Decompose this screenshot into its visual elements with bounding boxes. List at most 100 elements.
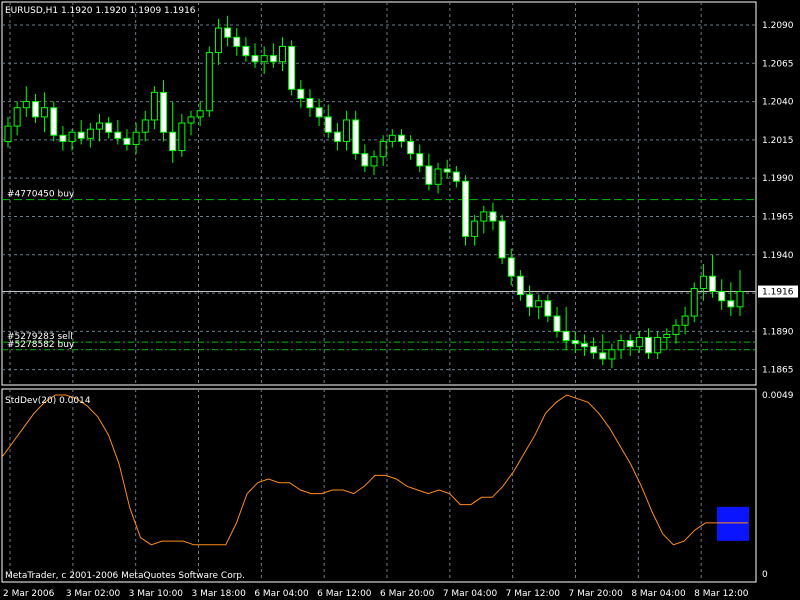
time-tick-label: 7 Mar 20:00: [569, 589, 624, 599]
candle-up: [96, 122, 103, 130]
candle-down: [443, 168, 451, 173]
candle-down: [361, 153, 369, 167]
candle-up: [654, 337, 662, 354]
candle-up: [699, 275, 707, 289]
candle-down: [169, 131, 177, 152]
candle-up: [279, 45, 286, 63]
main-chart-frame: [1, 1, 757, 386]
candle-up: [617, 340, 625, 351]
indicator-tick-label: 0.0049: [762, 391, 794, 401]
time-tick-label: 3 Mar 18:00: [192, 589, 247, 599]
candle-down: [416, 153, 424, 167]
candle-down: [452, 171, 460, 182]
candle-down: [269, 55, 277, 63]
time-tick-label: 8 Mar 04:00: [631, 589, 686, 599]
price-tick-label: 1.1965: [762, 212, 794, 222]
price-tick-label: 1.1865: [762, 366, 794, 376]
time-tick-label: 6 Mar 04:00: [254, 589, 309, 599]
candle-up: [535, 300, 543, 308]
copyright-text: MetaTrader, c 2001-2006 MetaQuotes Softw…: [5, 571, 245, 581]
time-tick-label: 6 Mar 20:00: [380, 589, 435, 599]
candle-down: [626, 340, 634, 348]
price-tick-label: 1.1940: [762, 251, 794, 261]
price-axis: 1.2090 1.2065 1.2040 1.2015 1.1990 1.1965 1.19…: [758, 21, 798, 580]
candle-down: [50, 107, 58, 136]
candle-down: [498, 220, 506, 259]
price-tick-label: 1.2090: [762, 21, 794, 31]
candle-up: [260, 55, 268, 63]
candle-down: [553, 315, 561, 332]
candle-down: [105, 122, 113, 133]
candle-up: [471, 220, 479, 237]
stddev-indicator: [1, 394, 749, 546]
candle-down: [242, 45, 250, 57]
time-tick-label: 7 Mar 12:00: [506, 589, 561, 599]
candle-down: [333, 131, 341, 142]
stddev-line: [1, 394, 748, 546]
candle-up: [187, 116, 195, 124]
time-tick-label: 3 Mar 10:00: [129, 589, 184, 599]
trading-chart: #4770450 buy#5279283 sell#5278582 buy 1.…: [1, 1, 798, 599]
symbol-title: EURUSD,H1 1.1920 1.1920 1.1909 1.1916: [5, 6, 196, 16]
candle-down: [526, 294, 534, 308]
candle-down: [324, 116, 332, 133]
candle-down: [123, 137, 131, 145]
candle-up: [343, 119, 351, 142]
candle-up: [434, 168, 442, 185]
candle-up: [370, 156, 378, 167]
order-lines: #4770450 buy#5279283 sell#5278582 buy: [2, 190, 756, 351]
candle-down: [297, 88, 305, 100]
candle-up: [22, 101, 30, 109]
candle-down: [516, 275, 524, 296]
candle-down: [77, 131, 85, 139]
candle-up: [388, 134, 396, 142]
candle-up: [690, 287, 698, 317]
candle-up: [480, 211, 488, 222]
candle-up: [681, 315, 689, 326]
candle-up: [635, 337, 643, 348]
candle-down: [407, 140, 415, 155]
candle-up: [13, 107, 21, 127]
candle-up: [4, 125, 12, 142]
indicator-tick-label: 0: [762, 570, 768, 580]
candle-down: [571, 340, 579, 345]
candle-up: [178, 122, 186, 152]
candle-up: [608, 349, 616, 360]
candle-down: [645, 337, 652, 354]
candle-up: [214, 27, 222, 54]
indicator-title: StdDev(20) 0.0014: [5, 396, 91, 406]
candle-up: [736, 291, 744, 308]
order-label: #4770450 buy: [7, 190, 75, 200]
time-tick-label: 8 Mar 12:00: [694, 589, 749, 599]
candle-up: [663, 333, 671, 339]
candle-down: [397, 134, 405, 142]
candle-up: [672, 324, 680, 335]
candle-up: [141, 119, 149, 133]
candle-down: [580, 343, 588, 348]
indicator-frame: [1, 388, 757, 583]
time-axis: 2 Mar 2006 3 Mar 02:00 3 Mar 10:00 3 Mar 18…: [3, 589, 749, 599]
candle-down: [233, 36, 241, 47]
candle-up: [150, 91, 158, 121]
candle-down: [425, 165, 433, 185]
price-tick-label: 1.2065: [762, 59, 794, 69]
candle-down: [562, 330, 570, 342]
candle-up: [41, 107, 49, 118]
candle-up: [196, 110, 204, 118]
current-price-label: 1.1916: [762, 288, 794, 298]
indicator-highlight: [717, 506, 749, 541]
candle-down: [590, 346, 598, 354]
candle-down: [462, 180, 469, 237]
candle-down: [718, 291, 726, 302]
candle-down: [114, 131, 122, 139]
candle-up: [68, 131, 76, 142]
time-tick-label: 3 Mar 02:00: [66, 589, 121, 599]
time-tick-label: 7 Mar 04:00: [443, 589, 498, 599]
candle-down: [31, 101, 39, 118]
candle-down: [727, 300, 735, 308]
candles: [4, 15, 744, 369]
price-tick-label: 1.2015: [762, 136, 794, 146]
candle-down: [251, 55, 259, 63]
candle-down: [507, 257, 515, 277]
candle-down: [352, 119, 360, 155]
